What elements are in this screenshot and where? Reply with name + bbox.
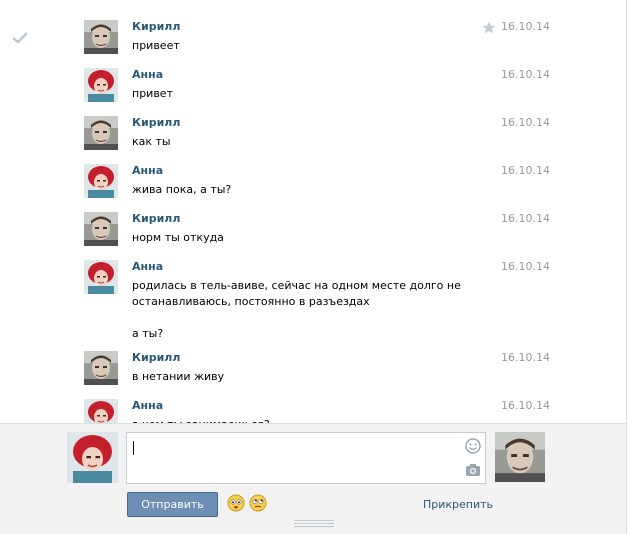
message-date[interactable]: 16.10.14: [501, 351, 550, 364]
message-line: родилась в тель-авиве, сейчас на одном м…: [132, 279, 461, 292]
author-avatar[interactable]: [84, 164, 118, 198]
message-history[interactable]: Кирилл 16.10.14 привеет Анна 16.10.14 привет К…: [0, 0, 627, 423]
smile-icon[interactable]: [465, 438, 481, 457]
check-icon[interactable]: [12, 32, 28, 47]
message-input[interactable]: [126, 432, 486, 484]
my-avatar[interactable]: [67, 432, 118, 483]
message-text: норм ты откуда: [132, 230, 472, 246]
author-name[interactable]: Анна: [132, 260, 163, 273]
message-date[interactable]: 16.10.14: [501, 164, 550, 177]
author-avatar[interactable]: [84, 351, 118, 385]
author-avatar[interactable]: [84, 116, 118, 150]
message-line: привеет: [132, 39, 180, 52]
message-text: жива пока, а ты?: [132, 182, 472, 198]
author-name[interactable]: Кирилл: [132, 212, 180, 225]
message-date[interactable]: 16.10.14: [501, 68, 550, 81]
message-line: как ты: [132, 135, 171, 148]
author-name[interactable]: Кирилл: [132, 351, 180, 364]
message-line: а ты?: [132, 327, 164, 340]
camera-icon[interactable]: [465, 463, 481, 480]
message-line: привет: [132, 87, 173, 100]
message-text: в нетании живу: [132, 369, 472, 385]
author-name[interactable]: Кирилл: [132, 20, 180, 33]
author-avatar[interactable]: [84, 20, 118, 54]
send-button[interactable]: Отправить: [127, 492, 218, 517]
star-icon[interactable]: [482, 21, 496, 37]
message-line: [132, 310, 472, 326]
text-caret: [133, 441, 134, 455]
author-avatar[interactable]: [84, 212, 118, 246]
message-line: жива пока, а ты?: [132, 183, 232, 196]
compose-area: Отправить Прикрепить: [0, 423, 627, 534]
message-date[interactable]: 16.10.14: [501, 116, 550, 129]
message-date[interactable]: 16.10.14: [501, 20, 550, 33]
author-name[interactable]: Кирилл: [132, 116, 180, 129]
author-avatar[interactable]: [84, 399, 118, 423]
attach-link[interactable]: Прикрепить: [423, 498, 493, 511]
message-text: как ты: [132, 134, 472, 150]
author-avatar[interactable]: [84, 68, 118, 102]
message-date[interactable]: 16.10.14: [501, 399, 550, 412]
message-date[interactable]: 16.10.14: [501, 260, 550, 273]
author-name[interactable]: Анна: [132, 68, 163, 81]
author-name[interactable]: Анна: [132, 164, 163, 177]
message-text: родилась в тель-авиве, сейчас на одном м…: [132, 278, 472, 342]
emoji-rolling-eyes-icon[interactable]: [249, 494, 267, 515]
message-text: привет: [132, 86, 472, 102]
message-date[interactable]: 16.10.14: [501, 212, 550, 225]
message-text: привеет: [132, 38, 472, 54]
resize-handle[interactable]: [294, 520, 334, 529]
author-name[interactable]: Анна: [132, 399, 163, 412]
message-line: в нетании живу: [132, 370, 225, 383]
emoji-worried-icon[interactable]: [227, 494, 245, 515]
message-line: останавливаюсь, постоянно в разъездах: [132, 295, 370, 308]
peer-avatar[interactable]: [495, 432, 545, 482]
message-line: норм ты откуда: [132, 231, 224, 244]
author-avatar[interactable]: [84, 260, 118, 294]
